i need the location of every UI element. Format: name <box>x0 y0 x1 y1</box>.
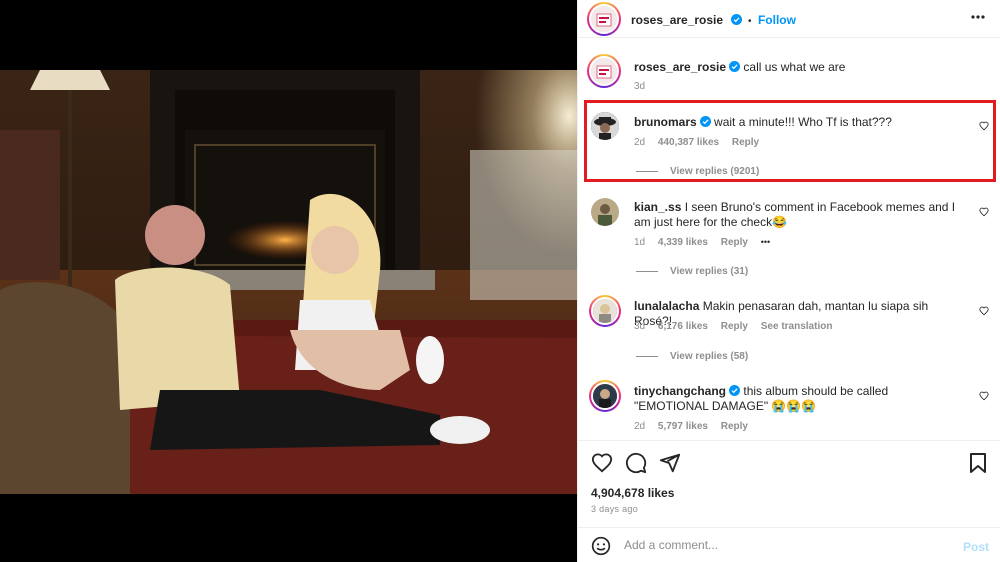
view-replies-button[interactable]: View replies (31) <box>636 266 748 277</box>
author-avatar[interactable] <box>587 2 621 36</box>
post-like-count[interactable]: 4,904,678 likes <box>591 486 674 500</box>
post-comment-button[interactable]: Post <box>963 540 989 554</box>
comment-time: 2d <box>634 137 646 148</box>
comment-username[interactable]: lunalalacha <box>634 299 699 313</box>
commenter-avatar[interactable] <box>589 380 621 412</box>
post-timestamp: 3 days ago <box>591 504 639 514</box>
caption-time: 3d <box>634 81 646 92</box>
action-bar <box>578 440 1000 528</box>
reply-button[interactable]: Reply <box>721 237 748 248</box>
avatar-photo-icon <box>591 6 617 32</box>
view-replies-button[interactable]: View replies (9201) <box>636 166 759 177</box>
replies-line <box>636 270 658 272</box>
heart-icon[interactable] <box>979 121 989 131</box>
comment-more-icon[interactable]: ••• <box>761 237 770 247</box>
comment-likes[interactable]: 5,797 likes <box>658 421 708 432</box>
avatar-photo-icon <box>591 198 619 226</box>
emoji-icon[interactable] <box>591 536 611 556</box>
commenter-avatar[interactable] <box>591 198 619 226</box>
avatar-photo-icon <box>591 112 619 140</box>
caption-username[interactable]: roses_are_rosie <box>634 60 726 74</box>
verified-badge-icon <box>729 385 741 396</box>
post-image[interactable] <box>0 70 577 494</box>
caption-text: call us what we are <box>743 60 846 74</box>
comment-bubble-icon[interactable] <box>625 452 647 474</box>
follow-button[interactable]: Follow <box>758 13 796 27</box>
replies-line <box>636 170 658 172</box>
avatar-photo-icon <box>593 299 617 323</box>
avatar-photo-icon <box>591 58 617 84</box>
replies-line <box>636 355 658 357</box>
verified-badge-icon <box>699 116 711 127</box>
comment-likes[interactable]: 6,176 likes <box>658 321 708 332</box>
bookmark-icon[interactable] <box>968 452 988 474</box>
author-username[interactable]: roses_are_rosie <box>631 13 723 27</box>
heart-icon[interactable] <box>979 306 989 316</box>
comment-time: 2d <box>634 421 646 432</box>
comment-username[interactable]: kian_.ss <box>634 200 681 214</box>
add-comment-bar: Post <box>578 527 1000 562</box>
reply-button[interactable]: Reply <box>732 137 759 148</box>
reply-button[interactable]: Reply <box>721 421 748 432</box>
comment-username[interactable]: tinychangchang <box>634 384 726 398</box>
heart-icon[interactable] <box>979 207 989 217</box>
comment-likes[interactable]: 4,339 likes <box>658 237 708 248</box>
caption-avatar[interactable] <box>587 54 621 88</box>
comment-time: 3d <box>634 321 646 332</box>
post-media <box>0 0 577 562</box>
share-send-icon[interactable] <box>659 452 681 474</box>
commenter-avatar[interactable] <box>589 295 621 327</box>
like-heart-icon[interactable] <box>591 452 613 474</box>
verified-badge-icon <box>730 14 742 25</box>
dot-separator: • <box>747 16 752 27</box>
comment-text: wait a minute!!! Who Tf is that??? <box>714 115 892 129</box>
comment-text: I seen Bruno's comment in Facebook memes… <box>634 200 956 229</box>
post-side-panel: roses_are_rosie • Follow roses_are_rosie… <box>577 0 1000 562</box>
heart-icon[interactable] <box>979 391 989 401</box>
view-replies-label: View replies (58) <box>670 351 749 362</box>
comment-input[interactable] <box>624 538 944 552</box>
comment-likes[interactable]: 440,387 likes <box>658 137 719 148</box>
post-header: roses_are_rosie • Follow <box>578 0 1000 38</box>
verified-badge-icon <box>729 61 741 72</box>
commenter-avatar[interactable] <box>591 112 619 140</box>
view-replies-button[interactable]: View replies (58) <box>636 351 748 362</box>
more-options-icon[interactable] <box>971 15 985 19</box>
comment-username[interactable]: brunomars <box>634 115 697 129</box>
avatar-photo-icon <box>593 384 617 408</box>
view-replies-label: View replies (31) <box>670 266 749 277</box>
reply-button[interactable]: Reply <box>721 321 748 332</box>
view-replies-label: View replies (9201) <box>670 166 760 177</box>
see-translation-button[interactable]: See translation <box>761 321 833 332</box>
comment-time: 1d <box>634 237 646 248</box>
